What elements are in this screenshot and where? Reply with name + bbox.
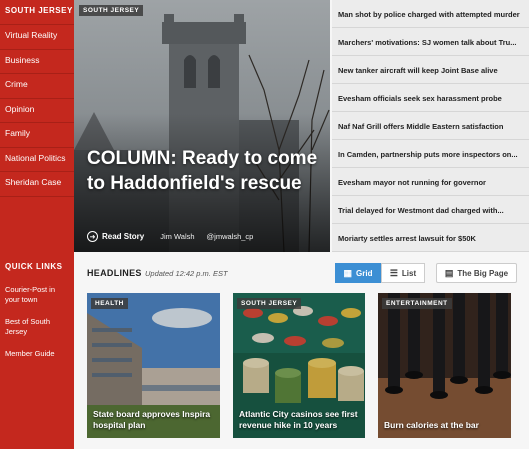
grid-icon: ▦ [343,267,353,278]
hero-tag: SOUTH JERSEY [79,5,144,16]
list-view-label: List [401,268,417,278]
card-tag: SOUTH JERSEY [237,298,302,309]
sidebar-item-virtual-reality[interactable]: Virtual Reality [0,25,74,50]
hero-meta: ➜ Read Story Jim Walsh @jmwalsh_cp [87,231,265,242]
story-card-south-jersey[interactable]: SOUTH JERSEY Atlantic City casinos see f… [233,293,365,438]
news-item[interactable]: In Camden, partnership puts more inspect… [332,140,529,168]
hero-image [74,0,330,252]
sidebar-item-crime[interactable]: Crime [0,74,74,99]
card-headline[interactable]: Atlantic City casinos see first revenue … [239,409,359,431]
sidebar-item-national-politics[interactable]: National Politics [0,148,74,172]
card-image-bar-legs [378,293,511,438]
card-tag: ENTERTAINMENT [382,298,452,309]
updated-timestamp: Updated 12:42 p.m. EST [145,269,228,278]
news-item[interactable]: New tanker aircraft will keep Joint Base… [332,56,529,84]
headlines-title: HEADLINES [87,268,142,278]
news-list: Man shot by police charged with attempte… [332,0,529,252]
section-title[interactable]: SOUTH JERSEY [0,0,74,25]
card-headline[interactable]: State board approves Inspira hospital pl… [93,409,213,431]
news-item[interactable]: Naf Naf Grill offers Middle Eastern sati… [332,112,529,140]
card-headline[interactable]: Burn calories at the bar [384,420,504,431]
story-card-health[interactable]: HEALTH State board approves Inspira hosp… [87,293,220,438]
news-item[interactable]: Evesham mayor not running for governor [332,168,529,196]
quick-links-title: QUICK LINKS [5,262,63,271]
card-tag: HEALTH [91,298,128,309]
grid-view-button[interactable]: ▦ Grid [335,263,381,283]
newspaper-icon: ▤ [444,267,454,278]
quick-link-best-of-south-jersey[interactable]: Best of South Jersey [5,317,71,337]
story-card-entertainment[interactable]: ENTERTAINMENT Burn calories at the bar [378,293,511,438]
hero-headline[interactable]: COLUMN: Ready to come to Haddonfield's r… [87,146,323,196]
news-item[interactable]: Trial delayed for Westmont dad charged w… [332,196,529,224]
quick-link-courier-post[interactable]: Courier-Post in your town [5,285,71,305]
headlines-bar: HEADLINES Updated 12:42 p.m. EST ▦ Grid … [74,252,529,292]
arrow-right-circle-icon[interactable]: ➜ [87,231,98,242]
list-view-button[interactable]: ☰ List [381,263,425,283]
sidebar-item-sheridan-case[interactable]: Sheridan Case [0,172,74,197]
list-icon: ☰ [389,267,398,278]
quick-link-member-guide[interactable]: Member Guide [5,349,71,359]
sidebar-item-business[interactable]: Business [0,50,74,74]
author-name: Jim Walsh [160,232,195,241]
read-story-link[interactable]: Read Story [102,232,144,241]
sidebar-item-family[interactable]: Family [0,123,74,148]
big-page-label: The Big Page [457,268,509,278]
big-page-button[interactable]: ▤ The Big Page [436,263,517,283]
news-item[interactable]: Moriarty settles arrest lawsuit for $50K [332,224,529,252]
grid-view-label: Grid [356,268,373,278]
author-handle[interactable]: @jmwalsh_cp [207,232,254,241]
sidebar: SOUTH JERSEY Virtual Reality Business Cr… [0,0,74,449]
sidebar-item-opinion[interactable]: Opinion [0,99,74,123]
news-item[interactable]: Man shot by police charged with attempte… [332,0,529,28]
news-item[interactable]: Evesham officials seek sex harassment pr… [332,84,529,112]
news-item[interactable]: Marchers' motivations: SJ women talk abo… [332,28,529,56]
hero-story[interactable]: SOUTH JERSEY COLUMN: Ready to come to Ha… [74,0,330,252]
